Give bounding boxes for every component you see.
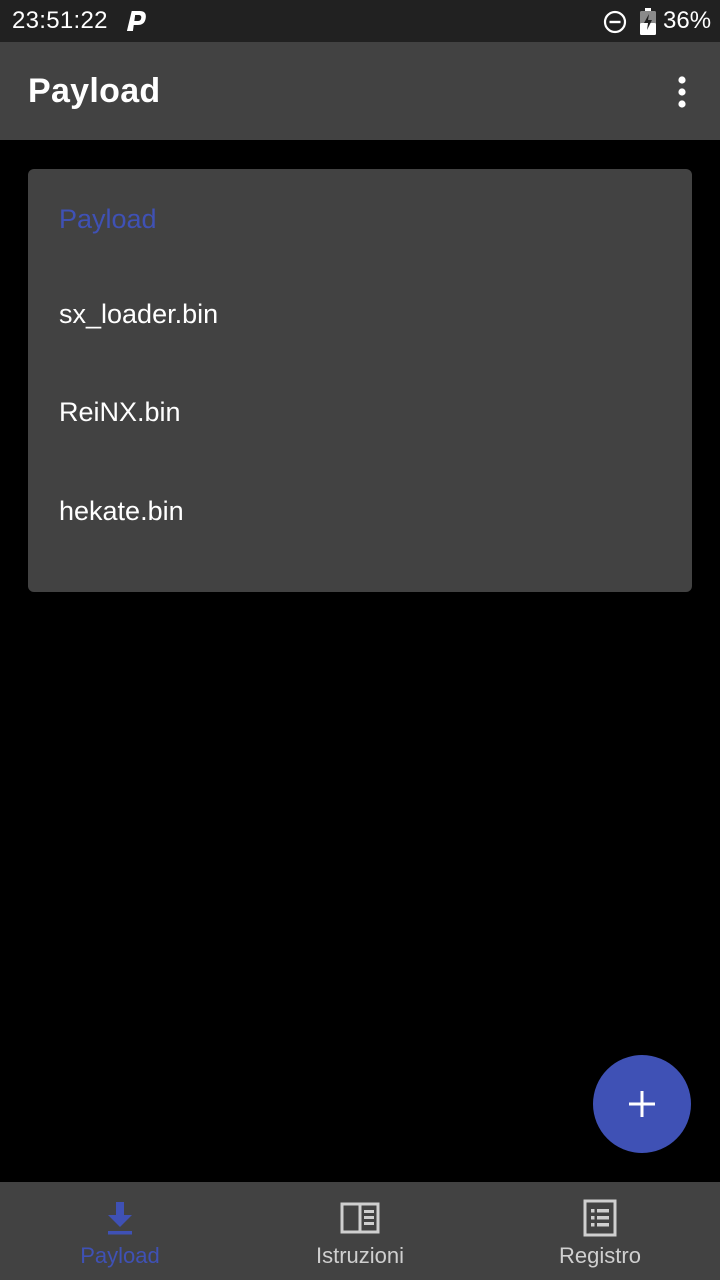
list-item-label: sx_loader.bin — [59, 299, 219, 329]
bottom-navigation: Payload Istruzioni Registro — [0, 1182, 720, 1280]
nav-label-payload: Payload — [80, 1243, 160, 1268]
add-payload-button[interactable] — [593, 1055, 691, 1153]
card-header: Payload — [59, 204, 157, 234]
list-item-label: ReiNX.bin — [59, 397, 181, 427]
add-icon — [629, 1091, 655, 1117]
screen: 23:51:22 36% Payload Payload sx_loader.b… — [0, 0, 720, 1280]
list-item[interactable]: hekate.bin — [28, 466, 692, 564]
download-icon — [108, 1202, 132, 1235]
battery-charging-icon — [640, 8, 656, 35]
list-item[interactable]: ReiNX.bin — [28, 367, 692, 465]
nav-item-registro[interactable]: Registro — [480, 1182, 720, 1280]
do-not-disturb-icon — [603, 10, 627, 34]
payload-card: Payload sx_loader.bin ReiNX.bin hekate.b… — [28, 169, 692, 592]
p-icon — [126, 11, 146, 31]
app-bar: Payload — [0, 42, 720, 140]
nav-label-istruzioni: Istruzioni — [315, 1243, 405, 1268]
status-time: 23:51:22 — [12, 7, 108, 34]
list-item-label: hekate.bin — [59, 496, 184, 526]
list-item[interactable]: sx_loader.bin — [28, 269, 692, 367]
status-bar: 23:51:22 36% — [0, 0, 720, 42]
nav-item-istruzioni[interactable]: Istruzioni — [240, 1182, 480, 1280]
page-title: Payload — [28, 72, 161, 110]
battery-percentage: 36% — [663, 7, 712, 34]
nav-item-payload[interactable]: Payload — [0, 1182, 240, 1280]
more-vert-icon[interactable] — [664, 72, 700, 112]
book-icon — [340, 1202, 380, 1234]
list-icon — [583, 1199, 617, 1237]
nav-label-registro: Registro — [559, 1243, 641, 1268]
